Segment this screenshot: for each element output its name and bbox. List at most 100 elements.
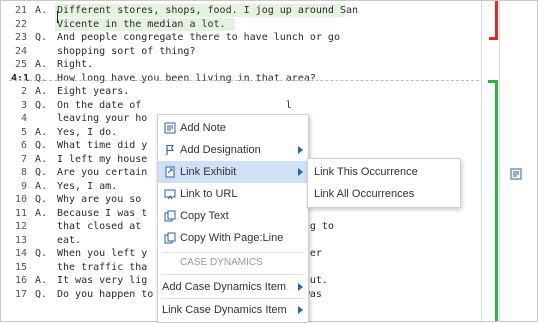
line-text[interactable]: leaving your ho [57,112,147,125]
line-number: 17 [14,288,27,300]
menu-item-link-to-url[interactable]: Link to URL [158,183,308,205]
line-number: 14 [14,248,27,259]
line-number: 2 [20,86,27,97]
speaker-label: A. [35,275,48,286]
line-text[interactable]: Different stores, shops, food. I jog up … [57,4,358,17]
line-text[interactable]: Eight years. [57,85,129,98]
menu-separator [162,274,304,275]
menu-item-add-case-dynamics-item[interactable]: Add Case Dynamics Item [158,276,308,298]
submenu-arrow-icon [298,146,303,154]
line-text[interactable]: On the date of l [57,99,292,112]
speaker-label: Q. [35,194,48,205]
line-text[interactable]: Why are you so [57,193,141,206]
speaker-label: Q. [35,248,48,259]
menu-item-label: Link Exhibit [180,166,237,178]
menu-item-label: Link to URL [180,188,238,200]
page-break-divider [9,80,479,81]
note-marker-icon[interactable] [510,168,522,180]
menu-item-label: Add Designation [180,144,261,156]
green-designation-bracket[interactable] [488,80,498,321]
line-number: 3 [20,99,27,111]
line-number: 4 [20,113,27,124]
transcript-line[interactable]: 4:1 Q. How long have you been living in th… [1,72,471,85]
speaker-label: Q. [35,167,48,178]
submenu-item-label: Link All Occurrences [314,188,415,200]
submenu-arrow-icon [298,306,303,314]
transcript-line[interactable]: 22 Vicente in the median a lot. [1,17,471,31]
speaker-label: Q. [35,99,48,111]
line-text[interactable]: Yes, I do. [57,126,117,139]
menu-item-add-designation[interactable]: Add Designation [158,139,308,161]
speaker-label: Q. [35,32,48,43]
transcript-line[interactable]: 2 A. Eight years. [1,85,471,98]
line-number: 6 [20,140,27,151]
line-number: 10 [14,194,27,205]
line-text[interactable]: Yes, I am. [57,180,117,193]
line-number: 9 [20,180,27,192]
speaker-label: A. [35,153,48,165]
line-text[interactable]: And people congregate there to have lunc… [57,31,340,44]
line-number: 16 [14,275,27,286]
link-url-icon [164,189,176,200]
line-number: 22 [14,18,27,30]
speaker-label: Q. [35,288,48,300]
speaker-label: A. [35,5,48,16]
page-line-number: 4:1 [11,72,30,84]
speaker-label: Q. [35,140,48,151]
menu-item-label: Link Case Dynamics Item [162,304,287,316]
submenu-item-link-all-occurrences[interactable]: Link All Occurrences [308,183,460,205]
menu-item-link-case-dynamics-item[interactable]: Link Case Dynamics Item [158,299,308,321]
menu-item-label: Add Case Dynamics Item [162,281,287,293]
transcript-line[interactable]: 23 Q. And people congregate there to have … [1,31,471,44]
submenu-arrow-icon [298,283,303,291]
line-text[interactable]: the traffic tha [57,261,147,274]
line-number: 7 [20,153,27,165]
menu-item-add-note[interactable]: Add Note [158,117,308,139]
link-exhibit-icon [165,166,175,178]
line-text[interactable]: Are you certain [57,166,147,179]
submenu-arrow-icon [298,168,303,176]
menu-item-copy-text[interactable]: Copy Text [158,205,308,227]
line-number: 21 [14,5,27,16]
line-number: 5 [20,126,27,138]
annotation-gutter-divider [481,1,482,321]
line-number: 8 [20,167,27,178]
line-number: 13 [14,234,27,246]
line-text[interactable]: How long have you been living in that ar… [57,72,316,85]
line-number: 12 [14,221,27,232]
line-text[interactable]: eat. [57,234,81,247]
copy-icon [164,232,176,244]
submenu-item-label: Link This Occurrence [314,166,418,178]
submenu-item-link-this-occurrence[interactable]: Link This Occurrence [308,161,460,183]
speaker-label: A. [35,207,48,219]
copy-icon [164,210,176,222]
line-number: 25 [14,59,27,70]
speaker-label: Q. [35,72,48,84]
menu-item-label: Copy Text [180,210,229,222]
line-text[interactable]: Because I was t [57,207,147,220]
line-text[interactable]: I left my house [57,153,147,166]
note-icon [164,122,176,134]
transcript-line[interactable]: 3 Q. On the date of l [1,99,471,112]
menu-item-link-exhibit[interactable]: Link Exhibit [158,161,308,183]
line-text[interactable]: shopping sort of thing? [57,45,195,58]
menu-item-label: Copy With Page:Line [180,232,284,244]
menu-separator [162,252,304,253]
transcript-line[interactable]: 25 A. Right. [1,58,471,71]
context-menu: Add Note Add Designation Link Exhibit Li… [157,114,309,323]
speaker-label: A. [35,86,48,97]
line-text[interactable]: What time did y [57,139,147,152]
case-dynamics-section-header: CASE DYNAMICS [180,257,263,268]
line-text[interactable]: Vicente in the median a lot. [57,18,226,31]
text-cursor [57,11,58,23]
speaker-label: A. [35,126,48,138]
transcript-line[interactable]: 21 A. Different stores, shops, food. I jog… [1,4,471,17]
speaker-label: A. [35,180,48,192]
line-text[interactable]: Right. [57,58,93,71]
line-number: 11 [14,207,27,219]
red-designation-bracket[interactable] [489,1,498,40]
menu-item-copy-with-page-line[interactable]: Copy With Page:Line [158,227,308,249]
line-number: 23 [14,32,27,43]
transcript-line[interactable]: 24 shopping sort of thing? [1,45,471,58]
note-gutter-divider [499,1,500,321]
